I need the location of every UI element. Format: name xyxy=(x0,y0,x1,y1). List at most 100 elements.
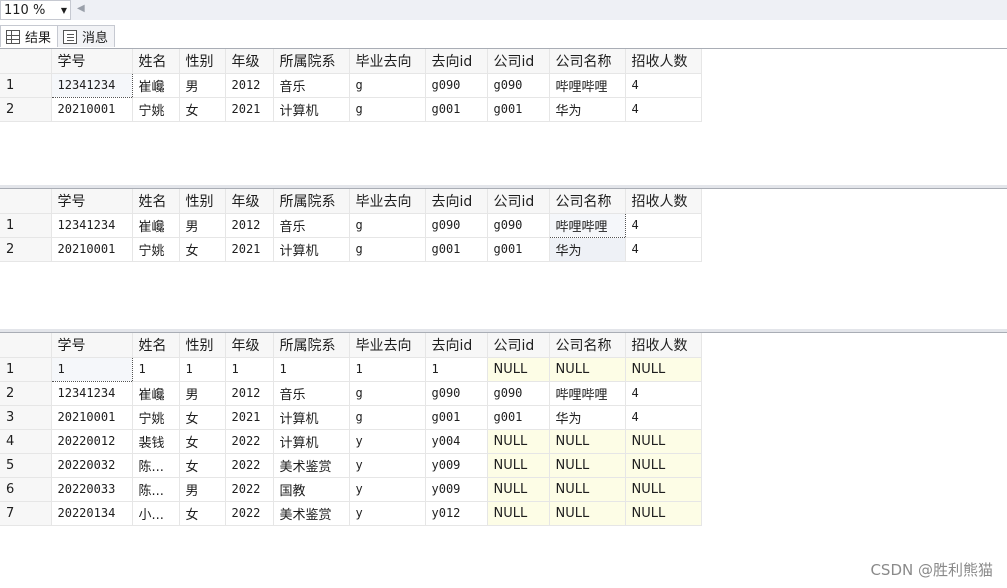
grid-cell[interactable]: 12341234 xyxy=(51,213,133,238)
grid-cell[interactable]: 2012 xyxy=(225,213,274,238)
row-number[interactable]: 4 xyxy=(0,429,52,454)
grid-cell[interactable]: 崔巉 xyxy=(132,213,180,238)
grid-cell[interactable]: 2012 xyxy=(225,73,274,98)
grid-cell[interactable]: 男 xyxy=(179,477,226,502)
horizontal-scrollbar[interactable]: ◀ xyxy=(71,0,1007,20)
grid-cell[interactable]: 20210001 xyxy=(51,405,133,430)
row-number[interactable]: 1 xyxy=(0,73,52,98)
grid-cell[interactable]: 小... xyxy=(132,501,180,526)
grid-cell[interactable]: 女 xyxy=(179,405,226,430)
grid-cell[interactable]: g xyxy=(349,405,426,430)
grid-cell[interactable]: g xyxy=(349,381,426,406)
grid-cell[interactable]: 美术鉴赏 xyxy=(273,501,350,526)
grid-cell[interactable]: 哔哩哔哩 xyxy=(548,212,626,238)
column-header[interactable]: 学号 xyxy=(51,189,133,214)
row-number[interactable]: 5 xyxy=(0,453,52,478)
grid-cell[interactable]: 音乐 xyxy=(273,213,350,238)
tab-results[interactable]: 结果 xyxy=(0,25,59,47)
table-row[interactable]: 5 20220032 陈... 女 2022 美术鉴赏 y y009 NULL NULL NULL xyxy=(0,453,702,478)
grid-cell[interactable]: 1 xyxy=(425,357,488,382)
table-row[interactable]: 1 12341234 崔巉男 2012 音乐 g g090 g090 哔哩哔哩 4 xyxy=(0,72,702,98)
column-header[interactable]: 公司id xyxy=(487,189,550,214)
grid-cell[interactable]: NULL xyxy=(487,429,550,454)
grid-cell[interactable]: NULL xyxy=(549,429,626,454)
grid-cell[interactable]: 男 xyxy=(179,381,226,406)
row-number[interactable]: 1 xyxy=(0,357,52,382)
grid-cell[interactable]: NULL xyxy=(549,501,626,526)
table-row[interactable]: 2 12341234 崔巉男 2012 音乐 g g090 g090 哔哩哔哩 4 xyxy=(0,381,702,406)
column-header[interactable]: 公司名称 xyxy=(549,189,626,214)
grid-cell[interactable]: 国教 xyxy=(273,477,350,502)
grid-cell[interactable]: y009 xyxy=(425,477,488,502)
grid-cell[interactable]: g090 xyxy=(487,73,550,98)
column-header[interactable]: 姓名 xyxy=(132,189,180,214)
corner-cell[interactable] xyxy=(0,49,52,74)
grid-cell[interactable]: g001 xyxy=(487,97,550,122)
result-grid-3[interactable]: 学号 姓名 性别 年级 所属院系 毕业去向 去向id 公司id 公司名称 招收人数 1 1 1 1 1 1 1 1… xyxy=(0,332,1007,588)
row-number[interactable]: 3 xyxy=(0,405,52,430)
grid-cell[interactable]: 女 xyxy=(179,429,226,454)
result-grid-1[interactable]: 学号 姓名 性别 年级 所属院系 毕业去向 去向id 公司id 公司名称 招收人数 1 1234123… xyxy=(0,48,1007,185)
grid-cell[interactable]: y xyxy=(349,477,426,502)
grid-cell[interactable]: 4 xyxy=(625,381,702,406)
row-number[interactable]: 6 xyxy=(0,477,52,502)
table-row[interactable]: 6 20220033 陈... 男 2022 国教 y y009 NULL NULL NULL xyxy=(0,477,702,502)
grid-cell[interactable]: 计算机 xyxy=(273,429,350,454)
grid-cell[interactable]: g xyxy=(349,73,426,98)
grid-cell[interactable]: 1 xyxy=(273,357,350,382)
row-number[interactable]: 2 xyxy=(0,381,52,406)
grid-cell[interactable]: 20220012 xyxy=(51,429,133,454)
grid-cell[interactable]: g xyxy=(349,237,426,262)
result-grid-2[interactable]: 学号 姓名 性别 年级 所属院系 毕业去向 去向id 公司id 公司名称 招收人数 1 1234123… xyxy=(0,188,1007,329)
column-header[interactable]: 性别 xyxy=(179,189,226,214)
grid-cell[interactable]: 崔巉 xyxy=(132,381,180,406)
grid-cell[interactable]: NULL xyxy=(487,453,550,478)
grid-cell[interactable]: 1 xyxy=(225,357,274,382)
column-header[interactable]: 性别 xyxy=(179,333,226,358)
grid-cell[interactable]: 12341234 xyxy=(51,381,133,406)
column-header[interactable]: 毕业去向 xyxy=(349,49,426,74)
grid-cell[interactable]: g001 xyxy=(425,97,488,122)
grid-cell[interactable]: 4 xyxy=(625,73,702,98)
row-number[interactable]: 7 xyxy=(0,501,52,526)
column-header[interactable]: 招收人数 xyxy=(625,49,702,74)
column-header[interactable]: 招收人数 xyxy=(625,189,702,214)
grid-cell[interactable]: 20220033 xyxy=(51,477,133,502)
grid-cell[interactable]: 2021 xyxy=(225,97,274,122)
column-header[interactable]: 公司id xyxy=(487,333,550,358)
column-header[interactable]: 姓名 xyxy=(132,49,180,74)
grid-cell[interactable]: NULL xyxy=(549,453,626,478)
grid-cell[interactable]: 男 xyxy=(179,213,226,238)
grid-cell[interactable]: g xyxy=(349,213,426,238)
grid-cell[interactable]: 音乐 xyxy=(273,381,350,406)
grid-cell[interactable]: g001 xyxy=(425,405,488,430)
grid-cell[interactable]: g xyxy=(349,97,426,122)
column-header[interactable]: 公司名称 xyxy=(549,49,626,74)
column-header[interactable]: 所属院系 xyxy=(273,189,350,214)
grid-cell[interactable]: 2021 xyxy=(225,237,274,262)
grid-cell[interactable]: g090 xyxy=(487,213,550,238)
grid-cell[interactable]: NULL xyxy=(487,477,550,502)
grid-cell[interactable]: 计算机 xyxy=(273,97,350,122)
column-header[interactable]: 所属院系 xyxy=(273,333,350,358)
row-number[interactable]: 1 xyxy=(0,213,52,238)
grid-cell[interactable]: 20210001 xyxy=(51,97,133,122)
grid-cell[interactable]: 华为 xyxy=(549,97,626,122)
grid-cell[interactable]: NULL xyxy=(487,357,550,382)
grid-cell[interactable]: NULL xyxy=(625,501,702,526)
grid-cell[interactable]: 2022 xyxy=(225,477,274,502)
grid-cell[interactable]: 女 xyxy=(179,501,226,526)
table-row[interactable]: 2 20210001 宁姚女 2021 计算机 g g001 g001 华为 4 xyxy=(0,237,702,262)
column-header[interactable]: 公司id xyxy=(487,49,550,74)
grid-cell[interactable]: g001 xyxy=(425,237,488,262)
grid-cell[interactable]: NULL xyxy=(487,501,550,526)
grid-cell[interactable]: 计算机 xyxy=(273,237,350,262)
grid-cell[interactable]: NULL xyxy=(549,357,626,382)
grid-cell[interactable]: NULL xyxy=(625,477,702,502)
grid-cell[interactable]: y009 xyxy=(425,453,488,478)
grid-cell[interactable]: 宁姚 xyxy=(132,405,180,430)
table-row[interactable]: 1 1 1 1 1 1 1 1 NULL NULL NULL xyxy=(0,356,702,382)
grid-cell[interactable]: 12341234 xyxy=(50,72,133,98)
grid-cell[interactable]: NULL xyxy=(625,429,702,454)
grid-cell[interactable]: 哔哩哔哩 xyxy=(549,73,626,98)
